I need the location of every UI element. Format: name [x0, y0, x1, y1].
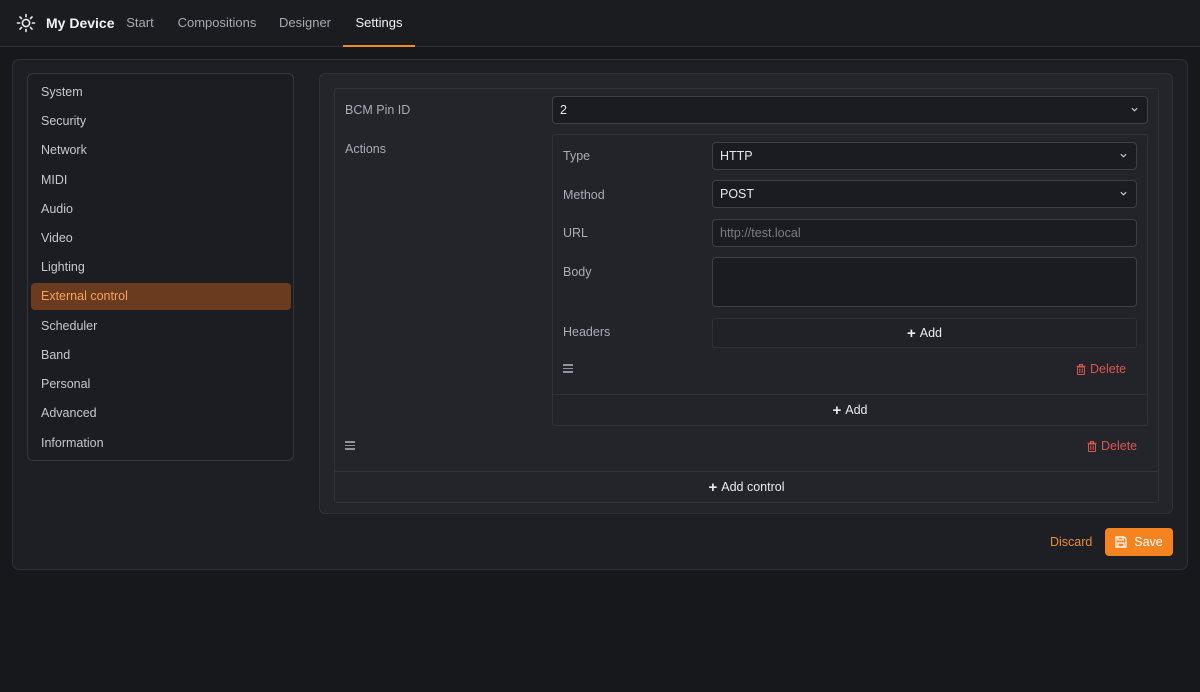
url-label: URL: [563, 226, 589, 240]
bcm-pin-select[interactable]: 2: [552, 96, 1148, 124]
top-navbar: My Device Start Compositions Designer Se…: [0, 0, 1200, 47]
type-select[interactable]: HTTP: [712, 142, 1137, 170]
sidebar-item-scheduler[interactable]: Scheduler: [31, 313, 291, 340]
sidebar-item-external-control[interactable]: External control: [31, 283, 291, 310]
control-delete-label: Delete: [1101, 439, 1138, 453]
headers-add-button[interactable]: + Add: [712, 318, 1137, 348]
actions-add-label: Add: [845, 403, 868, 417]
add-control-label: Add control: [721, 480, 785, 494]
sidebar-item-lighting[interactable]: Lighting: [31, 254, 291, 281]
trash-icon: [1087, 440, 1097, 452]
bcm-pin-label: BCM Pin ID: [345, 103, 411, 117]
tab-start[interactable]: Start: [114, 0, 166, 47]
action-delete-label: Delete: [1090, 362, 1127, 376]
chevron-down-icon: [1131, 107, 1138, 112]
control-delete-button[interactable]: Delete: [1087, 439, 1137, 453]
sidebar-item-midi[interactable]: MIDI: [31, 167, 291, 194]
action-delete-button[interactable]: Delete: [1076, 362, 1126, 376]
tab-settings[interactable]: Settings: [343, 0, 415, 47]
sidebar-item-video[interactable]: Video: [31, 225, 291, 252]
type-value: HTTP: [720, 149, 753, 163]
brand[interactable]: My Device: [16, 12, 114, 34]
headers-add-label: Add: [919, 326, 942, 340]
method-select[interactable]: POST: [712, 180, 1137, 208]
sidebar-item-network[interactable]: Network: [31, 137, 291, 164]
plus-icon: +: [832, 401, 842, 419]
body-textarea[interactable]: [712, 257, 1137, 307]
actions-add-button[interactable]: + Add: [553, 394, 1147, 425]
sidebar-item-personal[interactable]: Personal: [31, 371, 291, 398]
save-button[interactable]: Save: [1105, 528, 1173, 556]
drag-handle-icon[interactable]: [345, 441, 355, 450]
url-input[interactable]: http://test.local: [712, 219, 1137, 247]
type-label: Type: [563, 149, 591, 163]
add-control-button[interactable]: + Add control: [335, 471, 1158, 502]
actions-label: Actions: [345, 142, 386, 156]
save-label: Save: [1134, 535, 1163, 549]
headers-label: Headers: [563, 325, 611, 339]
chevron-down-icon: [1120, 153, 1127, 158]
settings-sidebar: System Security Network MIDI Audio Video…: [27, 73, 294, 461]
sidebar-item-information[interactable]: Information: [31, 430, 291, 457]
sun-icon: [16, 13, 36, 33]
body-label: Body: [563, 265, 592, 279]
sidebar-item-system[interactable]: System: [31, 79, 291, 106]
discard-button[interactable]: Discard: [1042, 528, 1100, 556]
sidebar-item-audio[interactable]: Audio: [31, 196, 291, 223]
plus-icon: +: [708, 478, 718, 496]
tab-compositions[interactable]: Compositions: [168, 0, 266, 47]
sidebar-item-advanced[interactable]: Advanced: [31, 400, 291, 427]
tab-designer[interactable]: Designer: [270, 0, 340, 47]
brand-name: My Device: [46, 15, 115, 31]
chevron-down-icon: [1120, 191, 1127, 196]
sidebar-item-security[interactable]: Security: [31, 108, 291, 135]
method-value: POST: [720, 187, 755, 201]
sidebar-item-band[interactable]: Band: [31, 342, 291, 369]
plus-icon: +: [906, 324, 916, 342]
trash-icon: [1076, 363, 1086, 375]
drag-handle-icon[interactable]: [563, 364, 573, 373]
bcm-pin-value: 2: [560, 103, 567, 117]
method-label: Method: [563, 188, 605, 202]
floppy-disk-icon: [1115, 536, 1127, 548]
